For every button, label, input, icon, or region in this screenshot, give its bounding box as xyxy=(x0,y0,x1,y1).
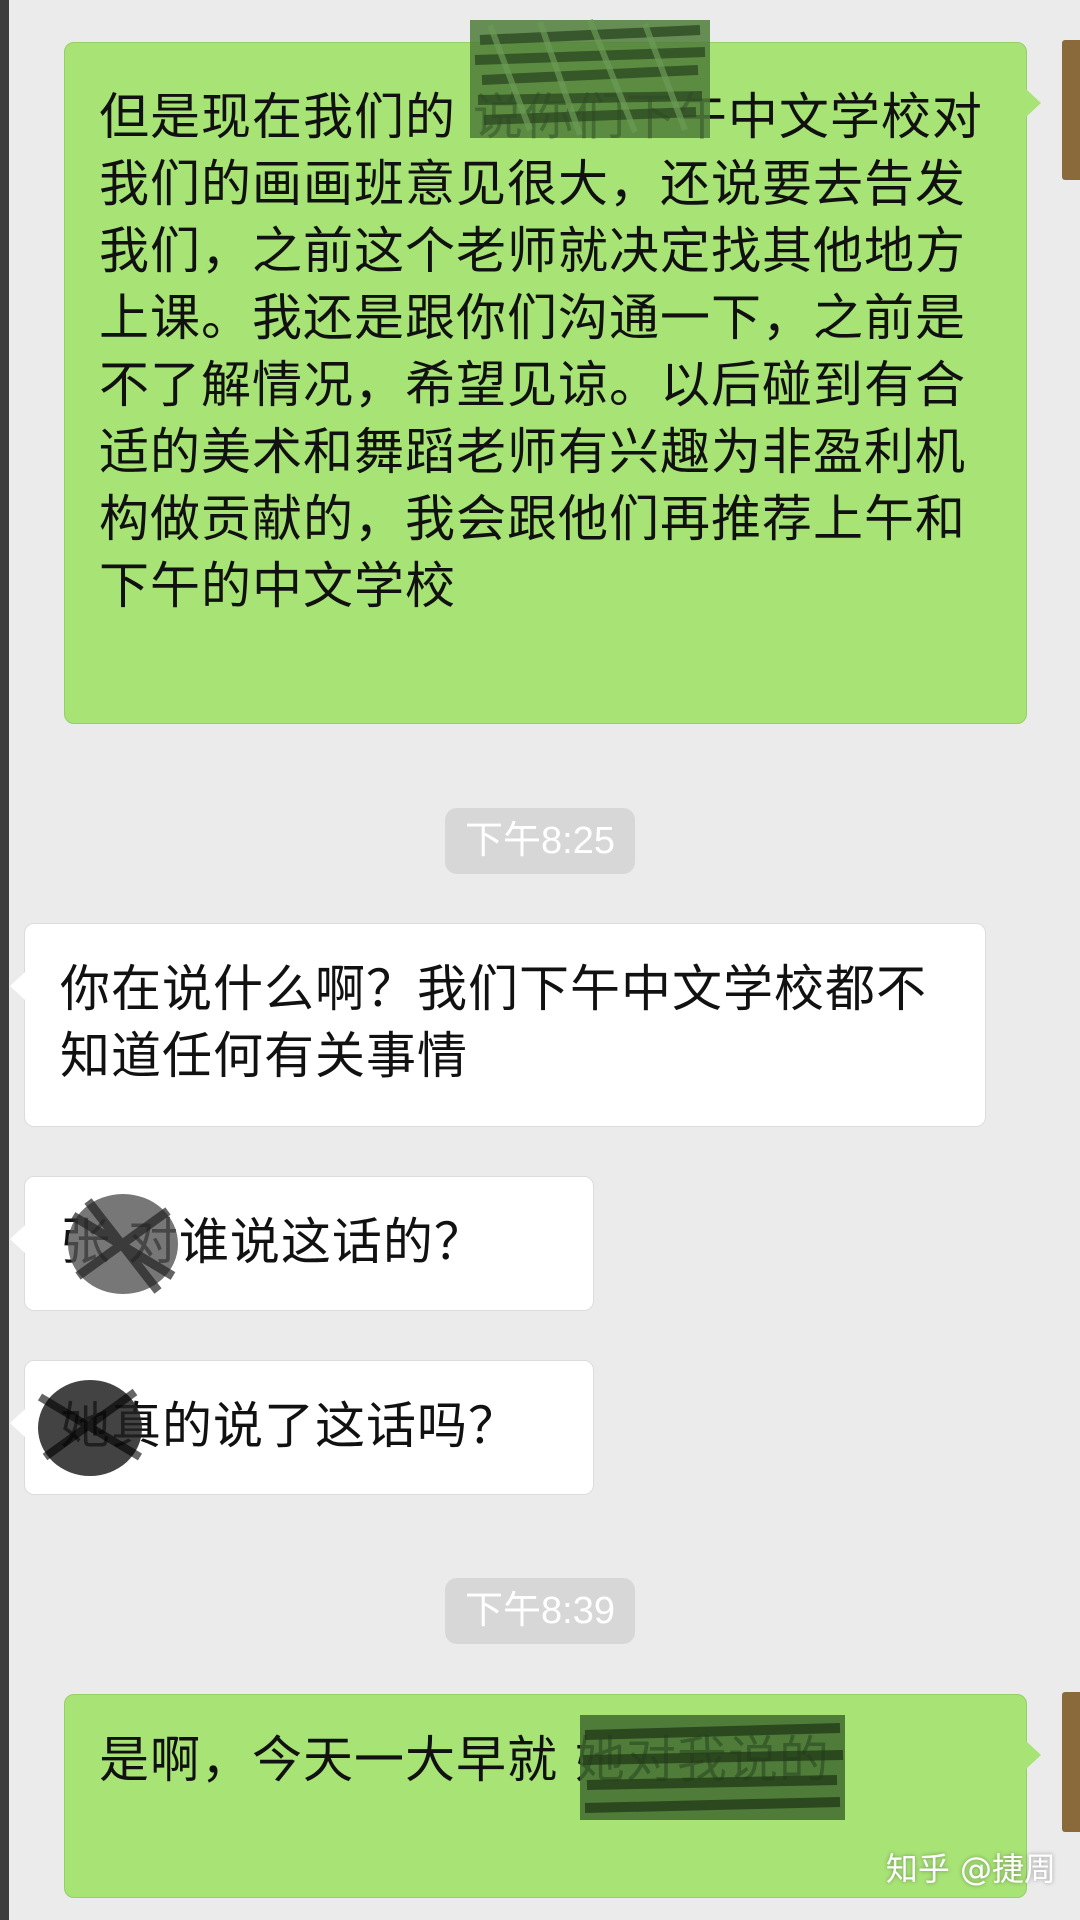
self-avatar[interactable] xyxy=(1062,40,1080,180)
message-bubble-received[interactable]: 你在说什么啊？我们下午中文学校都不知道任何有关事情 xyxy=(10,923,986,1127)
message-text: 张 对谁说这话的？ xyxy=(60,1213,485,1271)
timestamp: 下午8:25 xyxy=(445,808,635,874)
message-bubble-received[interactable]: 她真的说了这话吗？ xyxy=(10,1360,594,1495)
message-bubble-sent[interactable]: 是啊，今天一大早就 她对我说的 xyxy=(64,1694,1041,1898)
timestamp: 下午8:39 xyxy=(445,1578,635,1644)
message-bubble-received[interactable]: 张 对谁说这话的？ xyxy=(10,1176,594,1311)
window-edge xyxy=(0,0,9,1920)
watermark: 知乎 @捷周 xyxy=(885,1850,1056,1888)
message-text: 你在说什么啊？我们下午中文学校都不知道任何有关事情 xyxy=(60,960,927,1085)
chat-screen: 但是现在我们的 说你们下午中文学校对我们的画画班意见很大，还说要去告发我们，之前… xyxy=(0,0,1080,1920)
message-bubble-sent[interactable]: 但是现在我们的 说你们下午中文学校对我们的画画班意见很大，还说要去告发我们，之前… xyxy=(64,42,1041,724)
message-text: 她真的说了这话吗？ xyxy=(60,1397,519,1455)
message-text: 是啊，今天一大早就 她对我说的 xyxy=(99,1731,830,1789)
message-text: 但是现在我们的 说你们下午中文学校对我们的画画班意见很大，还说要去告发我们，之前… xyxy=(99,88,983,615)
self-avatar[interactable] xyxy=(1062,1692,1080,1832)
